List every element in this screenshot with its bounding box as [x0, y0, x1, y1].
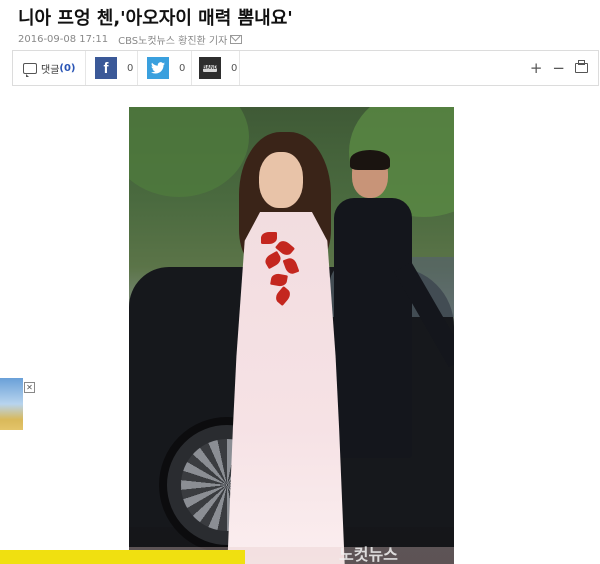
band-icon: BAND: [199, 57, 221, 79]
comment-icon: [23, 62, 37, 77]
actress-figure: [217, 132, 347, 564]
facebook-icon: f: [95, 57, 117, 79]
print-icon[interactable]: [575, 60, 588, 73]
article-title: 니아 프엉 첸,'아오자이 매력 뽐내요': [18, 8, 293, 29]
photo-watermark: 노컷뉴스: [339, 545, 398, 564]
twitter-share-button[interactable]: 0: [137, 51, 192, 85]
twitter-count: 0: [179, 62, 186, 74]
mail-icon[interactable]: [230, 35, 243, 44]
article-date: 2016-09-08 17:11: [18, 34, 109, 45]
article-byline[interactable]: CBS노컷뉴스 황진환 기자: [118, 32, 227, 47]
band-share-button[interactable]: BAND 0: [191, 51, 240, 85]
toolbar-tools: + −: [530, 51, 588, 85]
twitter-icon: [147, 57, 169, 79]
share-toolbar: 댓글 (0) f 0 0 BAND 0 + −: [12, 50, 599, 86]
zoom-in-icon[interactable]: +: [530, 59, 543, 77]
ad-thumbnail[interactable]: [0, 378, 23, 430]
facebook-count: 0: [127, 62, 134, 74]
article-meta: 2016-09-08 17:11 CBS노컷뉴스 황진환 기자: [18, 32, 243, 47]
comment-label: 댓글: [41, 64, 60, 76]
close-icon[interactable]: ✕: [24, 382, 35, 393]
facebook-share-button[interactable]: f 0: [85, 51, 138, 85]
zoom-out-icon[interactable]: −: [552, 59, 565, 77]
bottom-banner[interactable]: [0, 550, 245, 564]
comment-count: (0): [59, 62, 76, 74]
band-logo-text: BAND: [202, 64, 218, 72]
band-count: 0: [231, 62, 238, 74]
comment-button[interactable]: 댓글 (0): [13, 51, 86, 85]
article-photo: 노컷뉴스: [129, 107, 454, 564]
